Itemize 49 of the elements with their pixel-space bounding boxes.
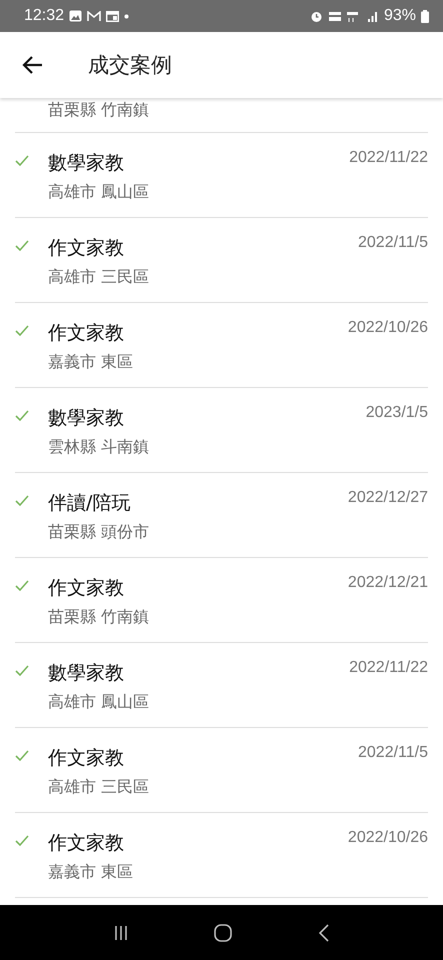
alarm-icon xyxy=(310,10,323,22)
case-date: 2022/11/22 xyxy=(349,658,428,678)
signal-icon xyxy=(366,10,379,22)
page-title: 成交案例 xyxy=(88,52,172,79)
case-item[interactable]: 作文家教 嘉義市 東區 2022/10/26 xyxy=(15,303,428,388)
case-subject: 數學家教 xyxy=(48,661,125,686)
case-subject: 作文家教 xyxy=(48,746,125,771)
case-location: 高雄市 三民區 xyxy=(48,266,150,288)
case-location: 高雄市 三民區 xyxy=(48,776,150,798)
mail-icon xyxy=(87,10,102,22)
case-item[interactable]: 數學家教 高雄市 鳳山區 2022/11/22 xyxy=(15,643,428,728)
case-date: 2022/11/5 xyxy=(358,233,428,253)
case-item[interactable]: 作文家教 高雄市 三民區 2022/11/5 xyxy=(15,218,428,303)
case-location: 嘉義市 東區 xyxy=(48,351,134,373)
case-item[interactable]: 數學家教 高雄市 鳳山區 2022/11/22 xyxy=(15,133,428,218)
clock-time: 12:32 xyxy=(24,7,64,25)
case-item[interactable]: 數學家教 雲林縣 斗南鎮 2023/1/5 xyxy=(15,388,428,473)
case-item[interactable]: 伴讀/陪玩 苗栗縣 頭份市 2022/12/27 xyxy=(15,473,428,558)
case-item[interactable]: 作文家教 高雄市 三民區 2022/11/5 xyxy=(15,728,428,813)
case-date: 2022/11/22 xyxy=(349,148,428,168)
case-location: 雲林縣 斗南鎮 xyxy=(48,436,150,458)
case-subject: 作文家教 xyxy=(48,831,125,856)
case-subject: 數學家教 xyxy=(48,151,125,176)
case-item[interactable]: 作文家教 嘉義市 東區 2022/10/26 xyxy=(15,813,428,898)
case-date: 2022/12/21 xyxy=(348,573,428,593)
case-location: 苗栗縣 竹南鎮 xyxy=(48,606,150,628)
case-date: 2022/12/27 xyxy=(348,488,428,508)
case-date: 2022/10/26 xyxy=(348,318,428,338)
case-date: 2022/10/26 xyxy=(348,828,428,848)
case-location: 高雄市 鳳山區 xyxy=(48,181,150,203)
case-subject: 數學家教 xyxy=(48,406,125,431)
case-item[interactable]: 作文家教 苗栗縣 竹南鎮 2022/12/21 xyxy=(15,558,428,643)
case-date: 2023/1/5 xyxy=(366,403,428,423)
case-location: 苗栗縣 頭份市 xyxy=(48,521,150,543)
back-icon[interactable] xyxy=(317,922,332,942)
back-arrow-icon[interactable] xyxy=(22,55,44,75)
case-subject: 作文家教 xyxy=(48,321,125,346)
home-icon[interactable] xyxy=(213,922,234,942)
image-icon xyxy=(69,10,82,22)
case-location: 嘉義市 東區 xyxy=(48,861,134,883)
case-date: 2022/11/5 xyxy=(358,743,428,763)
battery-icon xyxy=(421,10,429,22)
case-location: 高雄市 鳳山區 xyxy=(48,691,150,713)
case-subject: 作文家教 xyxy=(48,236,125,261)
battery-percent: 93% xyxy=(384,7,416,25)
case-subject: 伴讀/陪玩 xyxy=(48,491,132,516)
case-location: 苗栗縣 竹南鎮 xyxy=(48,99,150,121)
case-subject: 作文家教 xyxy=(48,576,125,601)
dot-icon xyxy=(124,14,130,18)
